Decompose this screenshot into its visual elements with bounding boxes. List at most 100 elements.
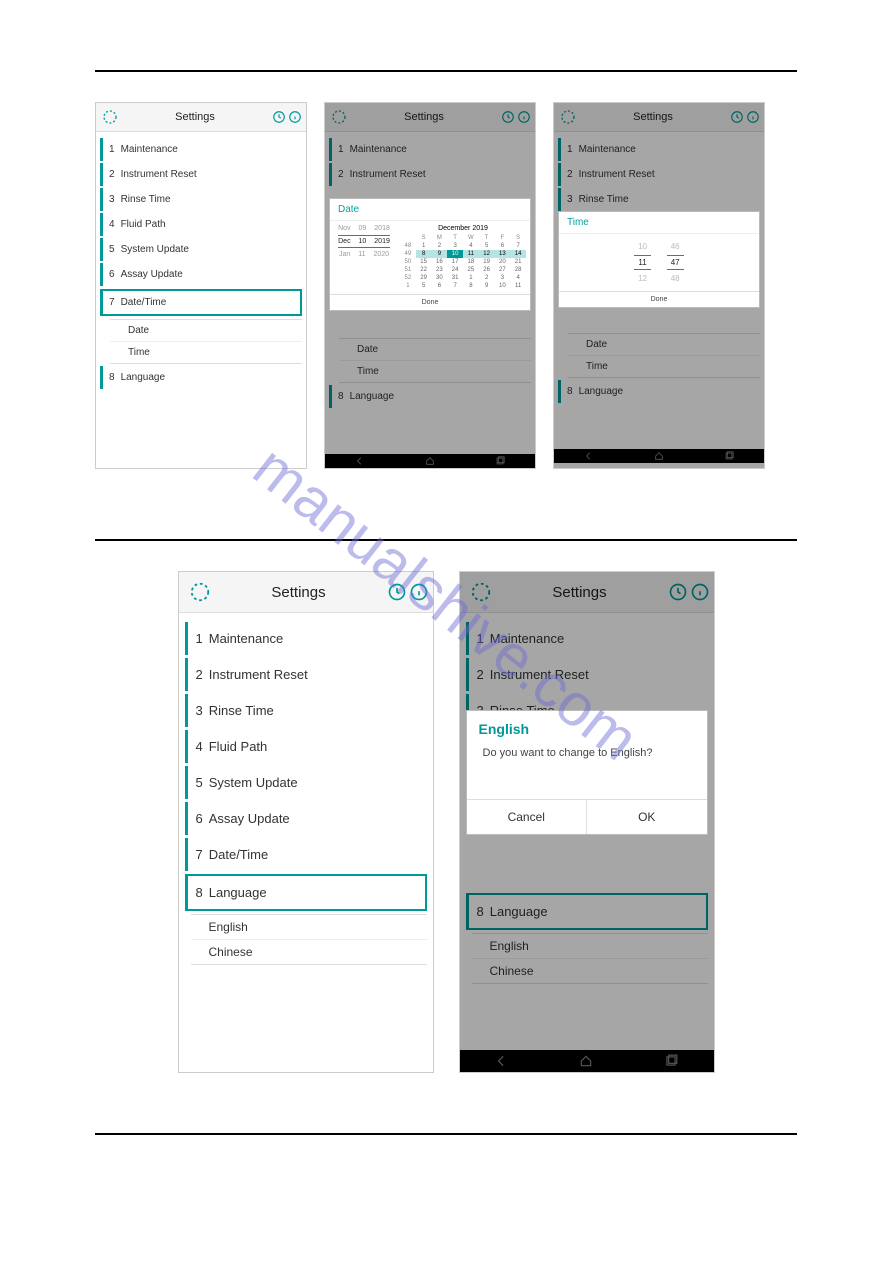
nav-back-icon[interactable] <box>584 451 594 461</box>
minute-wheel[interactable]: 46 47 48 <box>667 242 684 283</box>
dialog-title: English <box>467 711 707 741</box>
nav-home-icon[interactable] <box>579 1054 593 1068</box>
datetime-submenu: Date Time <box>568 333 760 378</box>
time-popup-title: Time <box>559 212 759 234</box>
info-icon[interactable] <box>409 582 429 602</box>
nav-recent-icon[interactable] <box>664 1054 678 1068</box>
dialog-message: Do you want to change to English? <box>467 741 707 799</box>
menu-item-maintenance[interactable]: 1Maintenance <box>329 138 531 161</box>
screenshot-language-menu: Settings 1Maintenance 2Instrument Reset … <box>178 571 434 1073</box>
menu-item-language[interactable]: 8Language <box>558 380 760 403</box>
nav-recent-icon[interactable] <box>495 456 505 466</box>
submenu-english[interactable]: English <box>191 915 427 940</box>
menu-item-rinse-time[interactable]: 3Rinse Time <box>558 188 760 211</box>
menu-item-fluid-path[interactable]: 4Fluid Path <box>100 213 302 236</box>
submenu-date[interactable]: Date <box>110 320 302 342</box>
screenshot-row-2: Settings 1Maintenance 2Instrument Reset … <box>95 571 797 1073</box>
menu-item-maintenance[interactable]: 1Maintenance <box>466 622 708 655</box>
nav-back-icon[interactable] <box>495 1054 509 1068</box>
submenu-date[interactable]: Date <box>568 334 760 356</box>
gear-icon <box>189 581 211 603</box>
info-icon[interactable] <box>690 582 710 602</box>
gear-icon <box>102 109 118 125</box>
app-topbar: Settings <box>460 572 714 613</box>
menu-item-instrument-reset[interactable]: 2Instrument Reset <box>466 658 708 691</box>
menu-item-rinse-time[interactable]: 3Rinse Time <box>185 694 427 727</box>
screenshot-date-popup: Settings 1Maintenance 2Instrument Reset … <box>324 102 536 469</box>
date-picker-popup: Date Nov 09 2018 Dec 10 2019 Jan 11 2020… <box>329 198 531 311</box>
screenshot-time-popup: Settings 1Maintenance 2Instrument Reset … <box>553 102 765 469</box>
submenu-english[interactable]: English <box>472 934 708 959</box>
app-topbar: Settings <box>554 103 764 132</box>
submenu-chinese[interactable]: Chinese <box>472 959 708 983</box>
menu-item-maintenance[interactable]: 1Maintenance <box>100 138 302 161</box>
clock-icon[interactable] <box>387 582 407 602</box>
clock-icon[interactable] <box>730 110 744 124</box>
app-topbar: Settings <box>179 572 433 613</box>
menu-item-fluid-path[interactable]: 4Fluid Path <box>185 730 427 763</box>
submenu-chinese[interactable]: Chinese <box>191 940 427 964</box>
submenu-time[interactable]: Time <box>339 361 531 382</box>
page-title: Settings <box>118 111 272 123</box>
menu-item-language[interactable]: 8Language <box>466 893 708 930</box>
screenshot-row-1: Settings 1Maintenance 2Instrument Reset … <box>95 102 797 469</box>
calendar-grid[interactable]: December 2019 SMTWTFS4812345674989101112… <box>400 225 526 290</box>
time-done-button[interactable]: Done <box>559 291 759 307</box>
nav-home-icon[interactable] <box>654 451 664 461</box>
submenu-date[interactable]: Date <box>339 339 531 361</box>
gear-icon <box>470 581 492 603</box>
section-divider <box>95 539 797 541</box>
menu-item-date-time[interactable]: 7Date/Time <box>100 289 302 316</box>
section-divider <box>95 1133 797 1135</box>
android-navbar <box>325 454 535 468</box>
menu-item-maintenance[interactable]: 1Maintenance <box>558 138 760 161</box>
info-icon[interactable] <box>517 110 531 124</box>
menu-item-instrument-reset[interactable]: 2Instrument Reset <box>100 163 302 186</box>
cancel-button[interactable]: Cancel <box>467 800 588 834</box>
android-navbar <box>554 449 764 463</box>
clock-icon[interactable] <box>668 582 688 602</box>
menu-item-system-update[interactable]: 5System Update <box>100 238 302 261</box>
submenu-time[interactable]: Time <box>110 342 302 363</box>
date-popup-title: Date <box>330 199 530 221</box>
menu-item-instrument-reset[interactable]: 2Instrument Reset <box>558 163 760 186</box>
page-title: Settings <box>347 111 501 123</box>
menu-item-assay-update[interactable]: 6Assay Update <box>185 802 427 835</box>
ok-button[interactable]: OK <box>587 800 707 834</box>
menu-item-system-update[interactable]: 5System Update <box>185 766 427 799</box>
page-title: Settings <box>576 111 730 123</box>
menu-item-instrument-reset[interactable]: 2Instrument Reset <box>329 163 531 186</box>
app-topbar: Settings <box>96 103 306 132</box>
section-divider <box>95 70 797 72</box>
nav-back-icon[interactable] <box>355 456 365 466</box>
menu-item-assay-update[interactable]: 6Assay Update <box>100 263 302 286</box>
screenshot-language-dialog: Settings 1Maintenance 2Instrument Reset … <box>459 571 715 1073</box>
menu-item-language[interactable]: 8Language <box>329 385 531 408</box>
hour-wheel[interactable]: 10 11 12 <box>634 242 650 283</box>
page-title: Settings <box>211 584 387 601</box>
clock-icon[interactable] <box>501 110 515 124</box>
datetime-submenu: Date Time <box>339 338 531 383</box>
menu-item-instrument-reset[interactable]: 2Instrument Reset <box>185 658 427 691</box>
info-icon[interactable] <box>746 110 760 124</box>
app-topbar: Settings <box>325 103 535 132</box>
screenshot-datetime-menu: Settings 1Maintenance 2Instrument Reset … <box>95 102 307 469</box>
nav-recent-icon[interactable] <box>724 451 734 461</box>
date-done-button[interactable]: Done <box>330 294 530 310</box>
datetime-submenu: Date Time <box>110 319 302 364</box>
menu-item-language[interactable]: 8Language <box>100 366 302 389</box>
menu-item-maintenance[interactable]: 1Maintenance <box>185 622 427 655</box>
menu-item-language[interactable]: 8Language <box>185 874 427 911</box>
language-confirm-dialog: English Do you want to change to English… <box>466 710 708 835</box>
page-title: Settings <box>492 584 668 601</box>
clock-icon[interactable] <box>272 110 286 124</box>
submenu-time[interactable]: Time <box>568 356 760 377</box>
menu-item-date-time[interactable]: 7Date/Time <box>185 838 427 871</box>
nav-home-icon[interactable] <box>425 456 435 466</box>
language-submenu: English Chinese <box>472 933 708 984</box>
time-picker-popup: Time 10 11 12 46 47 48 Done <box>558 211 760 308</box>
gear-icon <box>560 109 576 125</box>
menu-item-rinse-time[interactable]: 3Rinse Time <box>100 188 302 211</box>
date-wheel[interactable]: Nov 09 2018 Dec 10 2019 Jan 11 2020 <box>334 225 394 290</box>
info-icon[interactable] <box>288 110 302 124</box>
